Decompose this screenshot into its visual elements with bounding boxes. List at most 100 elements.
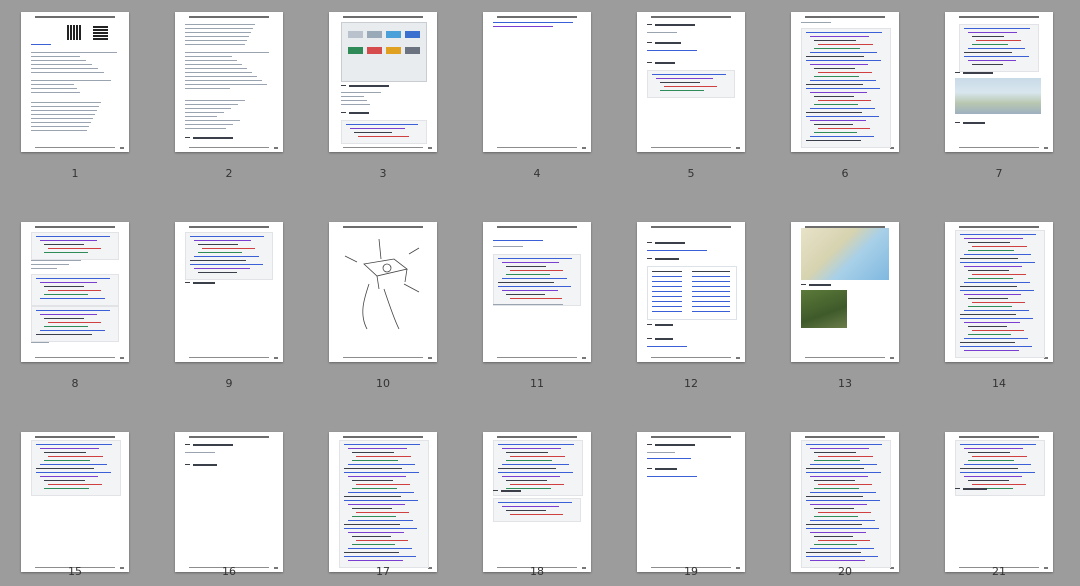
page-preview[interactable]	[791, 222, 899, 362]
page-preview[interactable]	[637, 12, 745, 152]
text-line	[806, 84, 863, 85]
text-line	[810, 448, 869, 449]
page-preview[interactable]	[791, 12, 899, 152]
page-preview[interactable]	[329, 222, 437, 362]
text-line	[972, 302, 1025, 303]
text-line	[502, 448, 561, 449]
text-line	[964, 322, 1020, 323]
text-line	[341, 96, 364, 97]
text-line	[185, 52, 269, 53]
page-preview[interactable]	[175, 432, 283, 572]
text-line	[185, 40, 247, 41]
text-line	[185, 24, 255, 25]
text-line	[352, 452, 394, 453]
text-line	[185, 84, 267, 85]
text-line	[960, 234, 1036, 235]
page-header	[189, 16, 269, 18]
text-line	[806, 112, 862, 113]
section-heading	[655, 24, 695, 26]
page-preview[interactable]	[175, 12, 283, 152]
text-line	[810, 108, 875, 109]
hand-sketch	[344, 238, 420, 330]
text-line	[810, 492, 876, 493]
text-line	[964, 350, 1019, 351]
text-line	[964, 464, 1031, 465]
line-drawing-figure	[339, 234, 427, 332]
text-line	[36, 468, 94, 469]
page-preview[interactable]	[483, 432, 591, 572]
text-line	[348, 492, 414, 493]
text-line	[652, 311, 682, 312]
ui-swatch	[348, 31, 363, 38]
page-footer	[497, 147, 577, 148]
section-heading	[655, 444, 695, 446]
text-line	[498, 282, 554, 283]
page-footer	[189, 147, 269, 148]
page-preview[interactable]	[329, 432, 437, 572]
text-line	[955, 72, 960, 73]
text-line	[647, 444, 652, 445]
text-line	[692, 291, 730, 292]
text-line	[190, 264, 263, 265]
section-heading	[193, 137, 233, 139]
ui-swatch	[386, 31, 401, 38]
page-preview[interactable]	[21, 222, 129, 362]
text-line	[31, 92, 80, 93]
page-preview[interactable]	[21, 12, 129, 152]
map-image	[801, 228, 889, 280]
text-line	[48, 484, 102, 485]
text-line	[964, 254, 1031, 255]
code-block	[647, 70, 735, 98]
text-line	[44, 286, 84, 287]
page-number-label: 4	[533, 167, 541, 180]
text-line	[31, 126, 89, 127]
code-block	[493, 254, 581, 306]
text-line	[955, 122, 960, 123]
text-line	[344, 552, 399, 553]
page-preview[interactable]	[791, 432, 899, 572]
text-line	[40, 298, 105, 299]
text-line	[972, 36, 1004, 37]
text-line	[814, 452, 856, 453]
text-line	[493, 26, 553, 27]
page-header	[189, 436, 269, 438]
page-preview[interactable]	[175, 222, 283, 362]
page-preview[interactable]	[945, 432, 1053, 572]
text-line	[348, 520, 413, 521]
text-line	[964, 266, 1022, 267]
text-line	[185, 32, 251, 33]
text-line	[806, 528, 879, 529]
text-line	[40, 240, 97, 241]
text-line	[968, 48, 1025, 49]
text-line	[960, 262, 1035, 263]
page-number-mark	[1044, 147, 1048, 149]
page-number-mark	[428, 147, 432, 149]
page-preview[interactable]	[21, 432, 129, 572]
page-header	[35, 16, 115, 18]
page-preview[interactable]	[483, 222, 591, 362]
text-line	[972, 44, 1008, 45]
text-line	[341, 92, 381, 93]
text-line	[356, 540, 408, 541]
text-line	[348, 476, 406, 477]
page-preview[interactable]	[945, 222, 1053, 362]
text-line	[202, 248, 255, 249]
qr-code-image	[67, 25, 82, 40]
page-preview[interactable]	[637, 222, 745, 362]
text-line	[964, 310, 1029, 311]
page-preview[interactable]	[945, 12, 1053, 152]
text-line	[48, 290, 101, 291]
text-line	[493, 490, 498, 491]
text-line	[692, 276, 730, 277]
text-line	[652, 306, 682, 307]
page-preview[interactable]	[483, 12, 591, 152]
text-line	[968, 60, 1016, 61]
text-line	[960, 318, 1033, 319]
page-header	[343, 16, 423, 18]
text-line	[647, 476, 697, 477]
page-preview[interactable]	[329, 12, 437, 152]
text-line	[356, 484, 410, 485]
page-preview[interactable]	[637, 432, 745, 572]
page-number-label: 20	[838, 565, 852, 578]
text-line	[348, 532, 404, 533]
